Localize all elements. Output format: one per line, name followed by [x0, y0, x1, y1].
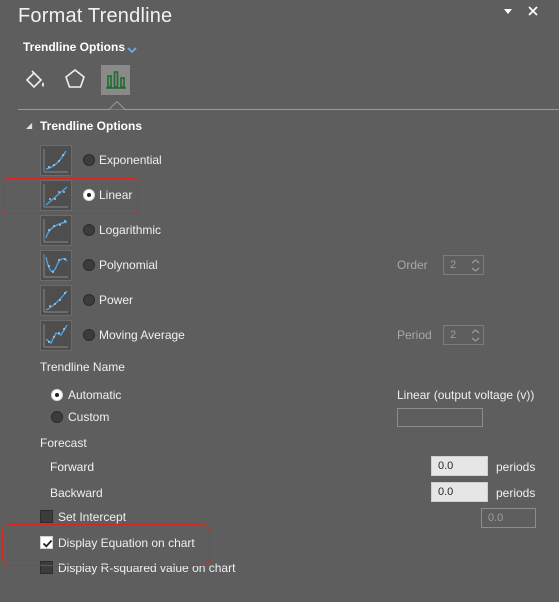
period-stepper[interactable]: 2	[443, 325, 484, 345]
label-moving-average[interactable]: Moving Average	[99, 328, 185, 342]
label-custom[interactable]: Custom	[68, 410, 109, 424]
radio-logarithmic[interactable]	[83, 224, 95, 236]
radio-custom[interactable]	[51, 411, 63, 423]
pane-title: Format Trendline	[18, 5, 173, 27]
section-trendline-options[interactable]: Trendline Options	[40, 119, 142, 133]
paint-bucket-icon	[23, 67, 47, 94]
order-stepper[interactable]: 2	[443, 255, 484, 275]
heading-forecast: Forecast	[40, 436, 87, 450]
period-value: 2	[450, 329, 457, 341]
radio-automatic[interactable]	[51, 389, 63, 401]
moving-average-thumbnail-icon	[40, 320, 72, 351]
checkmark-icon	[42, 539, 53, 548]
display-equation-checkbox[interactable]	[40, 536, 53, 549]
power-thumbnail-icon	[40, 285, 72, 316]
radio-exponential[interactable]	[83, 154, 95, 166]
radio-polynomial[interactable]	[83, 259, 95, 271]
backward-input[interactable]: 0.0	[431, 482, 488, 502]
radio-moving-average[interactable]	[83, 329, 95, 341]
close-icon[interactable]	[527, 5, 539, 20]
label-automatic[interactable]: Automatic	[68, 388, 121, 402]
label-power[interactable]: Power	[99, 293, 133, 307]
radio-linear[interactable]	[83, 189, 95, 201]
collapse-triangle-icon[interactable]: ◢	[26, 121, 32, 130]
custom-name-input[interactable]	[397, 408, 483, 427]
label-forward: Forward	[50, 460, 95, 474]
label-period: Period	[397, 328, 432, 342]
tab-effects[interactable]	[61, 66, 89, 94]
label-logarithmic[interactable]: Logarithmic	[99, 223, 161, 237]
chevron-down-icon[interactable]	[502, 6, 514, 21]
radio-power[interactable]	[83, 294, 95, 306]
format-trendline-pane: Format Trendline Trendline Options ◢ Tre…	[0, 0, 559, 602]
heading-trendline-name: Trendline Name	[40, 360, 125, 374]
label-polynomial[interactable]: Polynomial	[99, 258, 158, 272]
divider	[18, 109, 559, 110]
pentagon-icon	[63, 67, 87, 94]
label-exponential[interactable]: Exponential	[99, 153, 162, 167]
tab-trendline-options[interactable]	[101, 65, 130, 95]
chevron-down-icon[interactable]	[471, 266, 480, 273]
linear-thumbnail-icon	[40, 180, 72, 211]
label-backward: Backward	[50, 486, 103, 500]
bar-chart-icon	[104, 67, 128, 94]
label-display-rsquared[interactable]: Display R-squared value on chart	[58, 561, 235, 575]
label-display-equation[interactable]: Display Equation on chart	[58, 536, 195, 550]
backward-unit: periods	[496, 486, 536, 500]
order-value: 2	[450, 259, 457, 271]
automatic-name-value: Linear (output voltage (v))	[397, 388, 535, 402]
chevron-down-icon[interactable]	[471, 336, 480, 343]
polynomial-thumbnail-icon	[40, 250, 72, 281]
label-order: Order	[397, 258, 428, 272]
display-rsquared-checkbox[interactable]	[40, 561, 53, 574]
set-intercept-checkbox[interactable]	[40, 510, 53, 523]
trendline-options-menu[interactable]: Trendline Options	[23, 40, 125, 54]
tab-pointer	[109, 101, 125, 110]
exponential-thumbnail-icon	[40, 145, 72, 176]
chevron-down-icon[interactable]	[127, 43, 137, 54]
logarithmic-thumbnail-icon	[40, 215, 72, 246]
label-set-intercept[interactable]: Set Intercept	[58, 510, 126, 524]
set-intercept-input[interactable]: 0.0	[481, 508, 536, 528]
tab-fill-line[interactable]	[21, 66, 49, 94]
forward-unit: periods	[496, 460, 536, 474]
chevron-up-icon[interactable]	[471, 258, 480, 265]
label-linear[interactable]: Linear	[99, 188, 132, 202]
chevron-up-icon[interactable]	[471, 328, 480, 335]
forward-input[interactable]: 0.0	[431, 456, 488, 476]
